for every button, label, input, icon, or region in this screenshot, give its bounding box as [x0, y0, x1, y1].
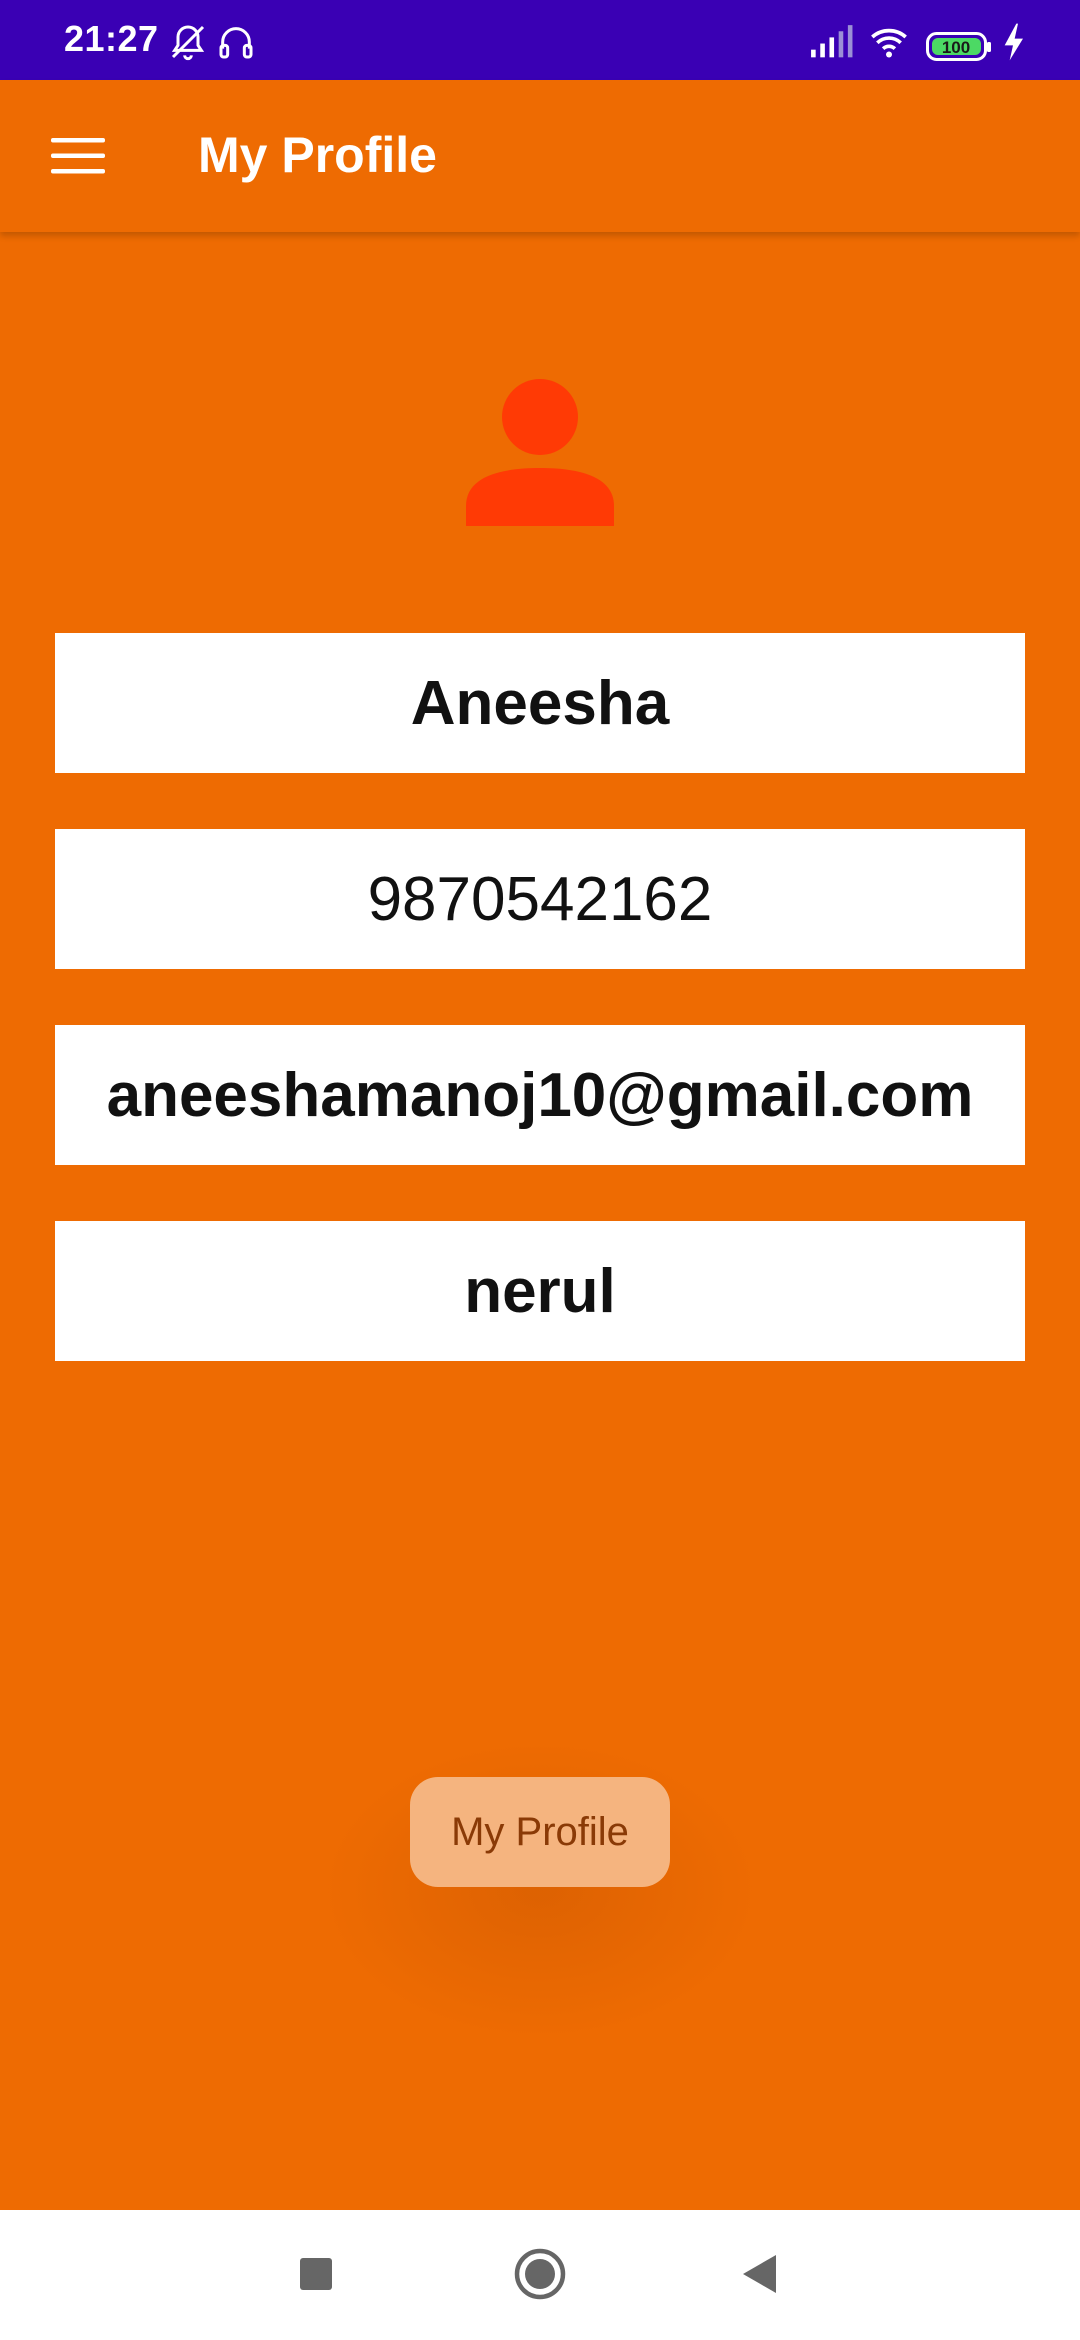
profile-name-field: Aneesha: [55, 633, 1025, 773]
recents-square-icon: [299, 2257, 333, 2296]
person-icon: [462, 376, 618, 532]
back-button[interactable]: [730, 2246, 790, 2306]
navigation-bar: [0, 2210, 1080, 2340]
mute-icon: [168, 22, 208, 67]
profile-email: aneeshamanoj10@gmail.com: [106, 1060, 974, 1130]
profile-phone: 9870542162: [367, 864, 713, 934]
app-bar: My Profile: [0, 80, 1080, 232]
headset-icon: [216, 22, 256, 67]
status-time: 21:27: [64, 18, 159, 59]
profile-location-field: nerul: [55, 1221, 1025, 1361]
hamburger-menu-button[interactable]: [36, 120, 120, 196]
charging-icon: [1000, 22, 1026, 67]
page-title: My Profile: [198, 127, 437, 183]
toast-message: My Profile: [410, 1777, 670, 1887]
profile-name: Aneesha: [410, 668, 670, 738]
toast-text: My Profile: [451, 1809, 629, 1854]
hamburger-menu-icon: [51, 136, 105, 181]
battery-icon: 100: [926, 32, 992, 67]
home-circle-icon: [513, 2247, 567, 2306]
profile-location: nerul: [464, 1256, 616, 1326]
signal-icon: [808, 22, 854, 67]
profile-email-field: aneeshamanoj10@gmail.com: [55, 1025, 1025, 1165]
recents-button[interactable]: [286, 2246, 346, 2306]
wifi-icon: [866, 22, 912, 67]
home-button[interactable]: [510, 2246, 570, 2306]
battery-level: 100: [942, 38, 970, 57]
status-bar: 21:27 100: [0, 0, 1080, 80]
profile-phone-field: 9870542162: [55, 829, 1025, 969]
back-triangle-icon: [740, 2253, 780, 2300]
